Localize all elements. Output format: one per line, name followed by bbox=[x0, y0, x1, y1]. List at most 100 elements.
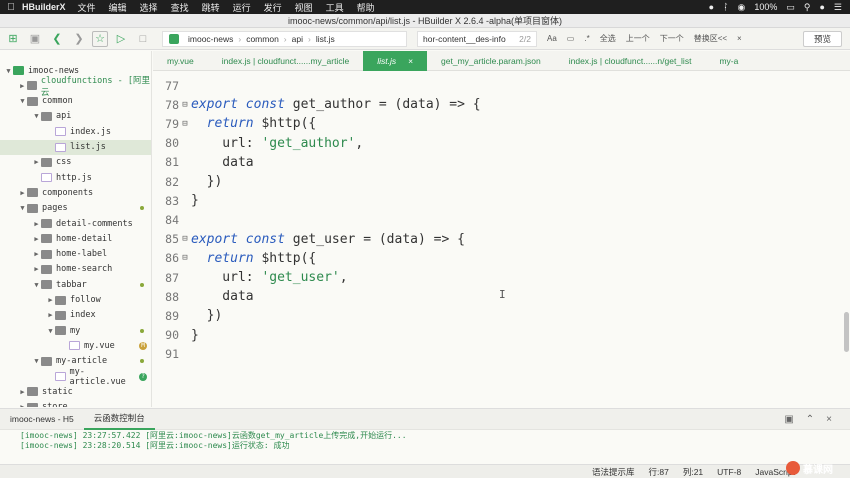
code-line[interactable]: 84 bbox=[153, 210, 191, 229]
editor-tab[interactable]: my-a bbox=[705, 51, 752, 71]
close-console-icon[interactable]: × bbox=[826, 414, 832, 425]
code-line[interactable]: 79 ⊟ return $http({ bbox=[153, 114, 316, 133]
chevron-right-icon[interactable]: ▶ bbox=[32, 265, 41, 273]
tree-item[interactable]: index.js bbox=[0, 124, 151, 139]
breadcrumb-item[interactable]: api bbox=[292, 34, 303, 44]
user-icon[interactable]: ● bbox=[819, 2, 824, 12]
match-case-icon[interactable]: Aa bbox=[547, 34, 557, 43]
next-match-button[interactable]: 下一个 bbox=[660, 33, 684, 44]
menu-run[interactable]: 运行 bbox=[233, 1, 251, 14]
tab-h5-console[interactable]: imooc-news - H5 bbox=[0, 408, 84, 430]
chevron-down-icon[interactable]: ▼ bbox=[46, 327, 55, 335]
tree-item[interactable]: ▶ index bbox=[0, 308, 151, 323]
code-line[interactable]: 82 }) bbox=[153, 172, 222, 191]
chevron-right-icon[interactable]: ▶ bbox=[18, 82, 27, 90]
tree-item[interactable]: ▼ common bbox=[0, 94, 151, 109]
code-line[interactable]: 91 bbox=[153, 345, 191, 364]
tree-item[interactable]: ▶ css bbox=[0, 155, 151, 170]
tree-item[interactable]: ▶ detail-comments bbox=[0, 216, 151, 231]
code-line[interactable]: 80 url: 'get_author', bbox=[153, 134, 363, 153]
code-line[interactable]: 78 ⊟ export const get_author = (data) => { bbox=[153, 95, 480, 114]
menu-tools[interactable]: 工具 bbox=[326, 1, 344, 14]
tab-cloud-console[interactable]: 云函数控制台 bbox=[83, 408, 155, 430]
tree-item[interactable]: ▶ static bbox=[0, 384, 151, 399]
editor-tab[interactable]: index.js | cloudfunct......my_article bbox=[208, 51, 363, 71]
preview-button[interactable]: 预览 bbox=[802, 30, 842, 47]
forward-arrow-icon[interactable]: ❯ bbox=[70, 30, 88, 48]
menu-file[interactable]: 文件 bbox=[78, 1, 96, 14]
chevron-right-icon[interactable]: ▶ bbox=[18, 388, 27, 396]
tree-item[interactable]: ▶ cloudfunctions - [阿里云 bbox=[0, 76, 151, 98]
tree-item[interactable]: ▶ store bbox=[0, 400, 151, 407]
code-line[interactable]: 77 bbox=[153, 76, 191, 95]
code-line[interactable]: 87 url: 'get_user', bbox=[153, 268, 347, 287]
chevron-right-icon[interactable]: ▶ bbox=[46, 311, 55, 319]
editor-tab[interactable]: index.js | cloudfunct......n/get_list bbox=[555, 51, 706, 71]
breadcrumb-item[interactable]: list.js bbox=[316, 34, 335, 44]
code-line[interactable]: 89 }) bbox=[153, 306, 222, 325]
battery-icon[interactable]: ▭ bbox=[786, 2, 795, 13]
chevron-down-icon[interactable]: ▼ bbox=[18, 204, 27, 212]
chevron-right-icon[interactable]: ▶ bbox=[18, 403, 27, 407]
menu-publish[interactable]: 发行 bbox=[264, 1, 282, 14]
menu-view[interactable]: 视图 bbox=[295, 1, 313, 14]
chevron-right-icon[interactable]: ▶ bbox=[46, 296, 55, 304]
chevron-right-icon[interactable]: ▶ bbox=[32, 158, 41, 166]
chevron-right-icon[interactable]: ▶ bbox=[18, 189, 27, 197]
encoding[interactable]: UTF-8 bbox=[717, 467, 741, 477]
fold-icon[interactable]: ⊟ bbox=[179, 100, 191, 110]
save-icon[interactable]: ▣ bbox=[26, 30, 44, 48]
code-line[interactable]: 83} bbox=[153, 191, 199, 210]
maximize-icon[interactable]: ⌃ bbox=[806, 414, 814, 425]
breadcrumb-item[interactable]: common bbox=[246, 34, 279, 44]
run-icon[interactable]: ▷ bbox=[112, 30, 130, 48]
chevron-down-icon[interactable]: ▼ bbox=[32, 112, 41, 120]
tree-item[interactable]: ▶ home-detail bbox=[0, 231, 151, 246]
menu-find[interactable]: 查找 bbox=[171, 1, 189, 14]
tree-item[interactable]: ▶ home-search bbox=[0, 262, 151, 277]
chevron-down-icon[interactable]: ▼ bbox=[4, 67, 13, 75]
tree-item[interactable]: ▼ tabbar bbox=[0, 277, 151, 292]
apple-icon[interactable]:  bbox=[0, 2, 22, 13]
chevron-down-icon[interactable]: ▼ bbox=[18, 97, 27, 105]
tree-item[interactable]: ▼ pages bbox=[0, 201, 151, 216]
tree-item[interactable]: my.vue M bbox=[0, 338, 151, 353]
fold-icon[interactable]: ⊟ bbox=[179, 253, 191, 263]
replace-area-button[interactable]: 替换区<< bbox=[694, 33, 727, 44]
code-line[interactable]: 81 data bbox=[153, 153, 253, 172]
select-all-button[interactable]: 全选 bbox=[600, 33, 616, 44]
tree-item[interactable]: ▼ my bbox=[0, 323, 151, 338]
chevron-down-icon[interactable]: ▼ bbox=[32, 281, 41, 289]
scrollbar-thumb[interactable] bbox=[844, 312, 849, 352]
menu-edit[interactable]: 编辑 bbox=[109, 1, 127, 14]
clear-console-icon[interactable]: ▣ bbox=[784, 414, 793, 425]
wifi-icon[interactable]: ◉ bbox=[737, 2, 745, 13]
chevron-right-icon[interactable]: ▶ bbox=[32, 235, 41, 243]
fold-icon[interactable]: ⊟ bbox=[179, 234, 191, 244]
menu-select[interactable]: 选择 bbox=[140, 1, 158, 14]
menu-list-icon[interactable]: ☰ bbox=[834, 2, 842, 13]
chevron-down-icon[interactable]: ▼ bbox=[32, 357, 41, 365]
tree-item[interactable]: my-article.vue? bbox=[0, 367, 151, 387]
editor-tab[interactable]: list.js × bbox=[363, 50, 428, 71]
code-line[interactable]: 85 ⊟ export const get_user = (data) => { bbox=[153, 230, 465, 249]
tree-item[interactable]: ▼ api bbox=[0, 109, 151, 124]
code-line[interactable]: 88 data bbox=[153, 287, 253, 306]
search-icon[interactable]: ⚲ bbox=[804, 2, 811, 13]
bluetooth-icon[interactable]: ᛛ bbox=[723, 2, 728, 12]
favorite-star-icon[interactable]: ☆ bbox=[92, 30, 108, 47]
code-line[interactable]: 86 ⊟ return $http({ bbox=[153, 249, 316, 268]
app-menu[interactable]: HBuilderX bbox=[22, 2, 66, 12]
back-arrow-icon[interactable]: ❮ bbox=[48, 30, 66, 48]
tree-item[interactable]: ▶ components bbox=[0, 185, 151, 200]
code-line[interactable]: 90} bbox=[153, 326, 199, 345]
breadcrumb-item[interactable]: imooc-news bbox=[188, 34, 233, 44]
chevron-right-icon[interactable]: ▶ bbox=[32, 220, 41, 228]
chevron-right-icon[interactable]: ▶ bbox=[32, 250, 41, 258]
whole-word-icon[interactable]: ▭ bbox=[567, 34, 575, 43]
regex-icon[interactable]: .* bbox=[584, 34, 589, 43]
tree-item[interactable]: http.js bbox=[0, 170, 151, 185]
menu-goto[interactable]: 跳转 bbox=[202, 1, 220, 14]
menu-help[interactable]: 帮助 bbox=[357, 1, 375, 14]
find-input[interactable]: hor-content__des-info 2/2 bbox=[417, 30, 537, 47]
